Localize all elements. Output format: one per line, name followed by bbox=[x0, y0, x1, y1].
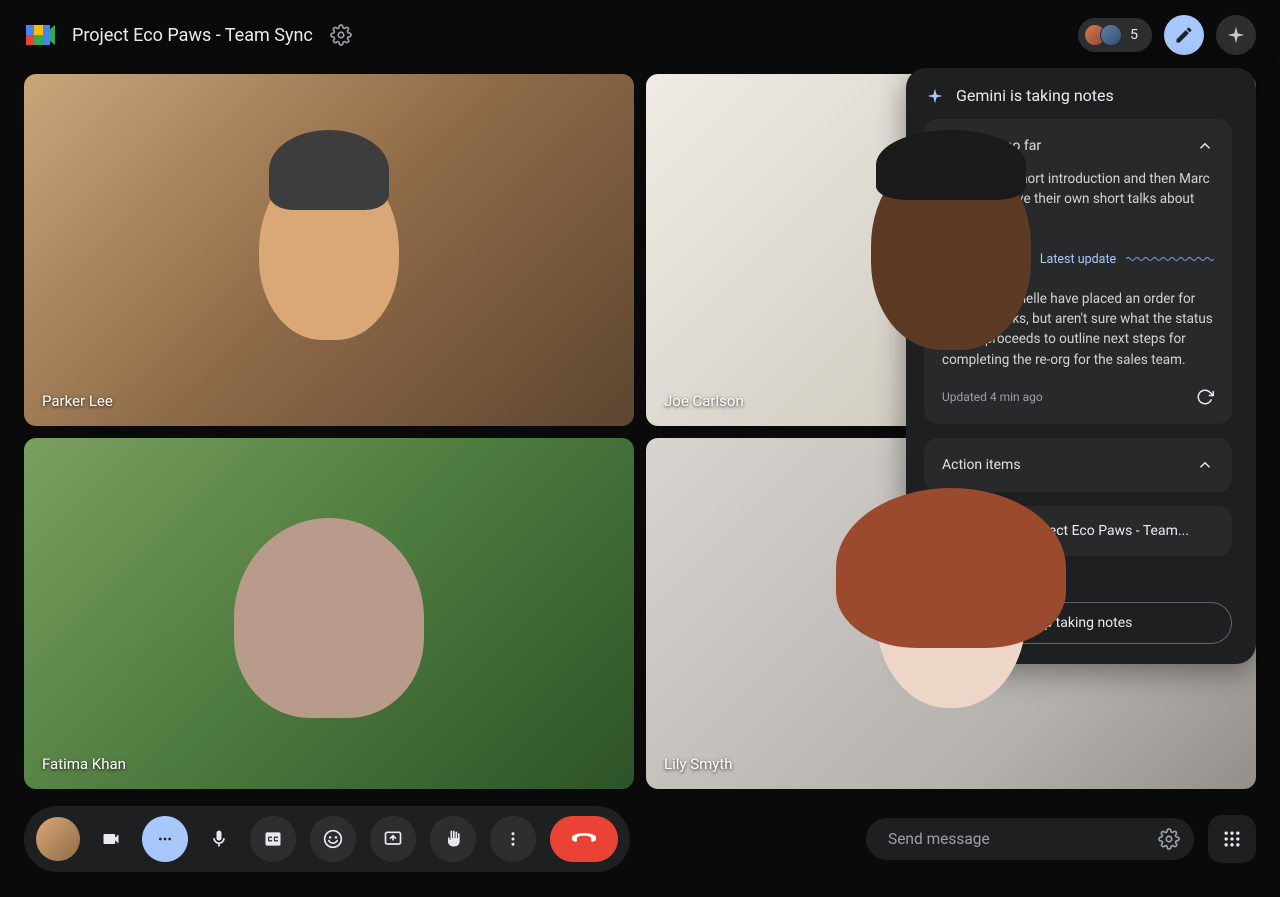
more-options-button[interactable] bbox=[490, 816, 536, 862]
message-bar bbox=[866, 818, 1194, 860]
present-button[interactable] bbox=[370, 816, 416, 862]
spark-icon bbox=[926, 87, 944, 105]
gear-icon bbox=[330, 24, 352, 46]
camera-toggle[interactable] bbox=[94, 816, 128, 862]
meeting-settings-button[interactable] bbox=[329, 23, 353, 47]
chevron-up-icon bbox=[1196, 456, 1214, 474]
self-avatar[interactable] bbox=[36, 817, 80, 861]
participant-count-pill[interactable]: 5 bbox=[1078, 18, 1152, 52]
phone-hangup-icon bbox=[571, 826, 597, 852]
gemini-panel-title: Gemini is taking notes bbox=[956, 86, 1114, 105]
google-meet-logo bbox=[24, 19, 56, 51]
pencil-spark-icon bbox=[1174, 25, 1194, 45]
more-audio-button[interactable] bbox=[142, 816, 188, 862]
gear-icon[interactable] bbox=[1158, 828, 1180, 850]
participant-name-label: Fatima Khan bbox=[42, 755, 126, 773]
take-notes-toggle[interactable] bbox=[1164, 15, 1204, 55]
meeting-title: Project Eco Paws - Team Sync bbox=[72, 25, 313, 46]
participant-name-label: Lily Smyth bbox=[664, 755, 733, 773]
present-icon bbox=[383, 829, 403, 849]
microphone-icon bbox=[209, 829, 229, 849]
leave-call-button[interactable] bbox=[550, 816, 618, 862]
camera-icon bbox=[101, 829, 121, 849]
video-tile[interactable]: Parker Lee bbox=[24, 74, 634, 426]
more-horizontal-icon bbox=[157, 831, 173, 847]
action-items-toggle[interactable]: Action items bbox=[942, 456, 1214, 474]
call-controls bbox=[24, 806, 630, 872]
chevron-up-icon bbox=[1196, 137, 1214, 155]
captions-icon bbox=[263, 829, 283, 849]
participant-count: 5 bbox=[1130, 27, 1138, 43]
emoji-icon bbox=[323, 829, 343, 849]
participant-name-label: Joe Carlson bbox=[664, 392, 744, 410]
reactions-button[interactable] bbox=[310, 816, 356, 862]
participant-name-label: Parker Lee bbox=[42, 392, 113, 410]
apps-grid-icon bbox=[1222, 829, 1242, 849]
microphone-toggle[interactable] bbox=[202, 816, 236, 862]
latest-update-label: Latest update bbox=[1030, 252, 1126, 267]
updated-at: Updated 4 min ago bbox=[942, 390, 1043, 404]
apps-button[interactable] bbox=[1208, 815, 1256, 863]
captions-button[interactable] bbox=[250, 816, 296, 862]
hand-icon bbox=[443, 829, 463, 849]
gemini-button[interactable] bbox=[1216, 15, 1256, 55]
avatar bbox=[1100, 24, 1122, 46]
header-actions: 5 bbox=[1078, 15, 1256, 55]
action-items-card: Action items bbox=[924, 438, 1232, 492]
more-vertical-icon bbox=[504, 830, 522, 848]
spark-icon bbox=[1226, 25, 1246, 45]
bottom-bar bbox=[24, 805, 1256, 873]
action-items-label: Action items bbox=[942, 457, 1021, 473]
refresh-icon[interactable] bbox=[1196, 388, 1214, 406]
meeting-header: Project Eco Paws - Team Sync 5 bbox=[0, 0, 1280, 70]
message-input[interactable] bbox=[888, 830, 1144, 848]
video-tile[interactable]: Fatima Khan bbox=[24, 438, 634, 790]
raise-hand-button[interactable] bbox=[430, 816, 476, 862]
